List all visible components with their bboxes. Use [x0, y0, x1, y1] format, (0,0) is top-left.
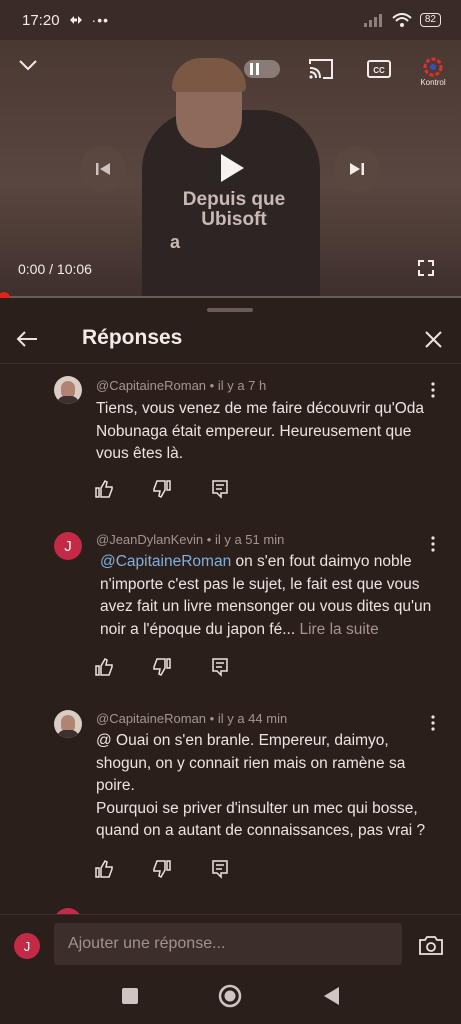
video-presenter-hair — [172, 58, 246, 92]
autoplay-toggle[interactable] — [244, 60, 280, 78]
avatar[interactable] — [54, 376, 82, 404]
comment-actions — [94, 859, 230, 879]
panel-title: Réponses — [82, 326, 183, 349]
comment-meta: @CapitaineRoman • il y a 7 h — [96, 378, 266, 393]
comment-text: @ Ouai on s'en branle. Empereur, daimyo,… — [96, 730, 432, 843]
video-caption-text-2: a — [170, 232, 181, 252]
cast-icon[interactable] — [308, 58, 334, 80]
close-icon[interactable] — [425, 331, 442, 348]
play-icon[interactable] — [218, 152, 246, 184]
mention-link[interactable]: @CapitaineRoman — [100, 553, 231, 570]
comment-paragraph: Pourquoi se priver d'insulter un mec qui… — [96, 799, 426, 840]
reply-icon[interactable] — [210, 859, 230, 879]
video-time: 0:00 / 10:06 — [18, 261, 92, 277]
system-navigation-bar — [0, 970, 461, 1024]
dislike-icon[interactable] — [152, 859, 172, 879]
comment-actions — [94, 479, 230, 499]
video-player[interactable]: Depuis que Ubisoft a CC Kontrol 0:00 / 1… — [0, 40, 461, 298]
skip-next-icon — [350, 163, 364, 175]
avatar[interactable] — [54, 710, 82, 738]
comment-paragraph: @ Ouai on s'en branle. Empereur, daimyo,… — [96, 732, 406, 794]
data-transfer-icon — [69, 16, 82, 24]
dislike-icon[interactable] — [152, 657, 172, 677]
meta-separator: • — [206, 532, 212, 547]
time-total: 10:06 — [56, 261, 92, 277]
video-progress-handle[interactable] — [0, 292, 10, 298]
replies-list[interactable]: @CapitaineRoman • il y a 7 h Tiens, vous… — [0, 366, 461, 914]
battery-indicator: 82 — [419, 13, 441, 27]
like-icon[interactable] — [94, 859, 114, 879]
video-caption-text: Depuis que Ubisoft — [182, 189, 286, 230]
circle-home-icon[interactable] — [218, 984, 242, 1008]
comment-age: il y a 51 min — [214, 532, 285, 547]
comment-author[interactable]: @JeanDylanKevin — [96, 532, 203, 547]
reply-icon[interactable] — [210, 657, 230, 677]
meta-separator: • — [209, 711, 215, 726]
status-bar: 17:20 ·•• 82 — [0, 0, 461, 40]
chevron-down-icon[interactable] — [18, 58, 38, 72]
square-icon[interactable] — [118, 984, 142, 1008]
reply-input[interactable] — [54, 923, 402, 965]
read-more-link[interactable]: Lire la suite — [299, 621, 378, 638]
like-icon[interactable] — [94, 657, 114, 677]
like-icon[interactable] — [94, 479, 114, 499]
wifi-icon — [392, 13, 412, 27]
comment-text: Tiens, vous venez de me faire découvrir … — [96, 400, 425, 462]
status-time: 17:20 — [22, 11, 60, 29]
skip-previous-button[interactable] — [80, 146, 126, 192]
avatar[interactable]: J — [54, 532, 82, 560]
comment-actions — [94, 657, 230, 677]
closed-captions-icon[interactable]: CC — [367, 59, 391, 79]
notification-dots-icon: ·•• — [91, 12, 110, 28]
dislike-icon[interactable] — [152, 479, 172, 499]
skip-previous-icon — [96, 163, 110, 175]
triangle-back-icon[interactable] — [320, 984, 344, 1008]
panel-drag-handle[interactable] — [207, 308, 253, 312]
camera-icon[interactable] — [418, 933, 444, 957]
signal-icon — [363, 14, 382, 27]
comment-meta: @CapitaineRoman • il y a 44 min — [96, 711, 287, 726]
video-progress-track[interactable] — [0, 296, 461, 298]
comment-text: @CapitaineRoman on s'en fout daimyo nobl… — [100, 551, 432, 641]
arrow-left-icon[interactable] — [16, 330, 38, 348]
svg-text:CC: CC — [373, 66, 385, 75]
comment-meta: @JeanDylanKevin • il y a 51 min — [96, 532, 284, 547]
comment-age: il y a 7 h — [217, 378, 267, 393]
more-options-icon[interactable] — [426, 380, 440, 400]
reply-bar: J — [0, 914, 461, 970]
skip-next-button[interactable] — [334, 146, 380, 192]
gear-icon[interactable] — [420, 54, 446, 80]
comment-author[interactable]: @CapitaineRoman — [96, 711, 206, 726]
pause-icon — [244, 58, 264, 80]
reply-icon[interactable] — [210, 479, 230, 499]
time-current: 0:00 — [18, 261, 46, 277]
comment-age: il y a 44 min — [217, 711, 288, 726]
meta-separator: • — [209, 378, 215, 393]
replies-panel-header: Réponses — [0, 316, 461, 364]
time-separator: / — [49, 261, 54, 277]
comment-author[interactable]: @CapitaineRoman — [96, 378, 206, 393]
avatar: J — [14, 933, 40, 959]
settings-badge-label: Kontrol — [420, 78, 446, 87]
fullscreen-icon[interactable] — [418, 260, 434, 276]
